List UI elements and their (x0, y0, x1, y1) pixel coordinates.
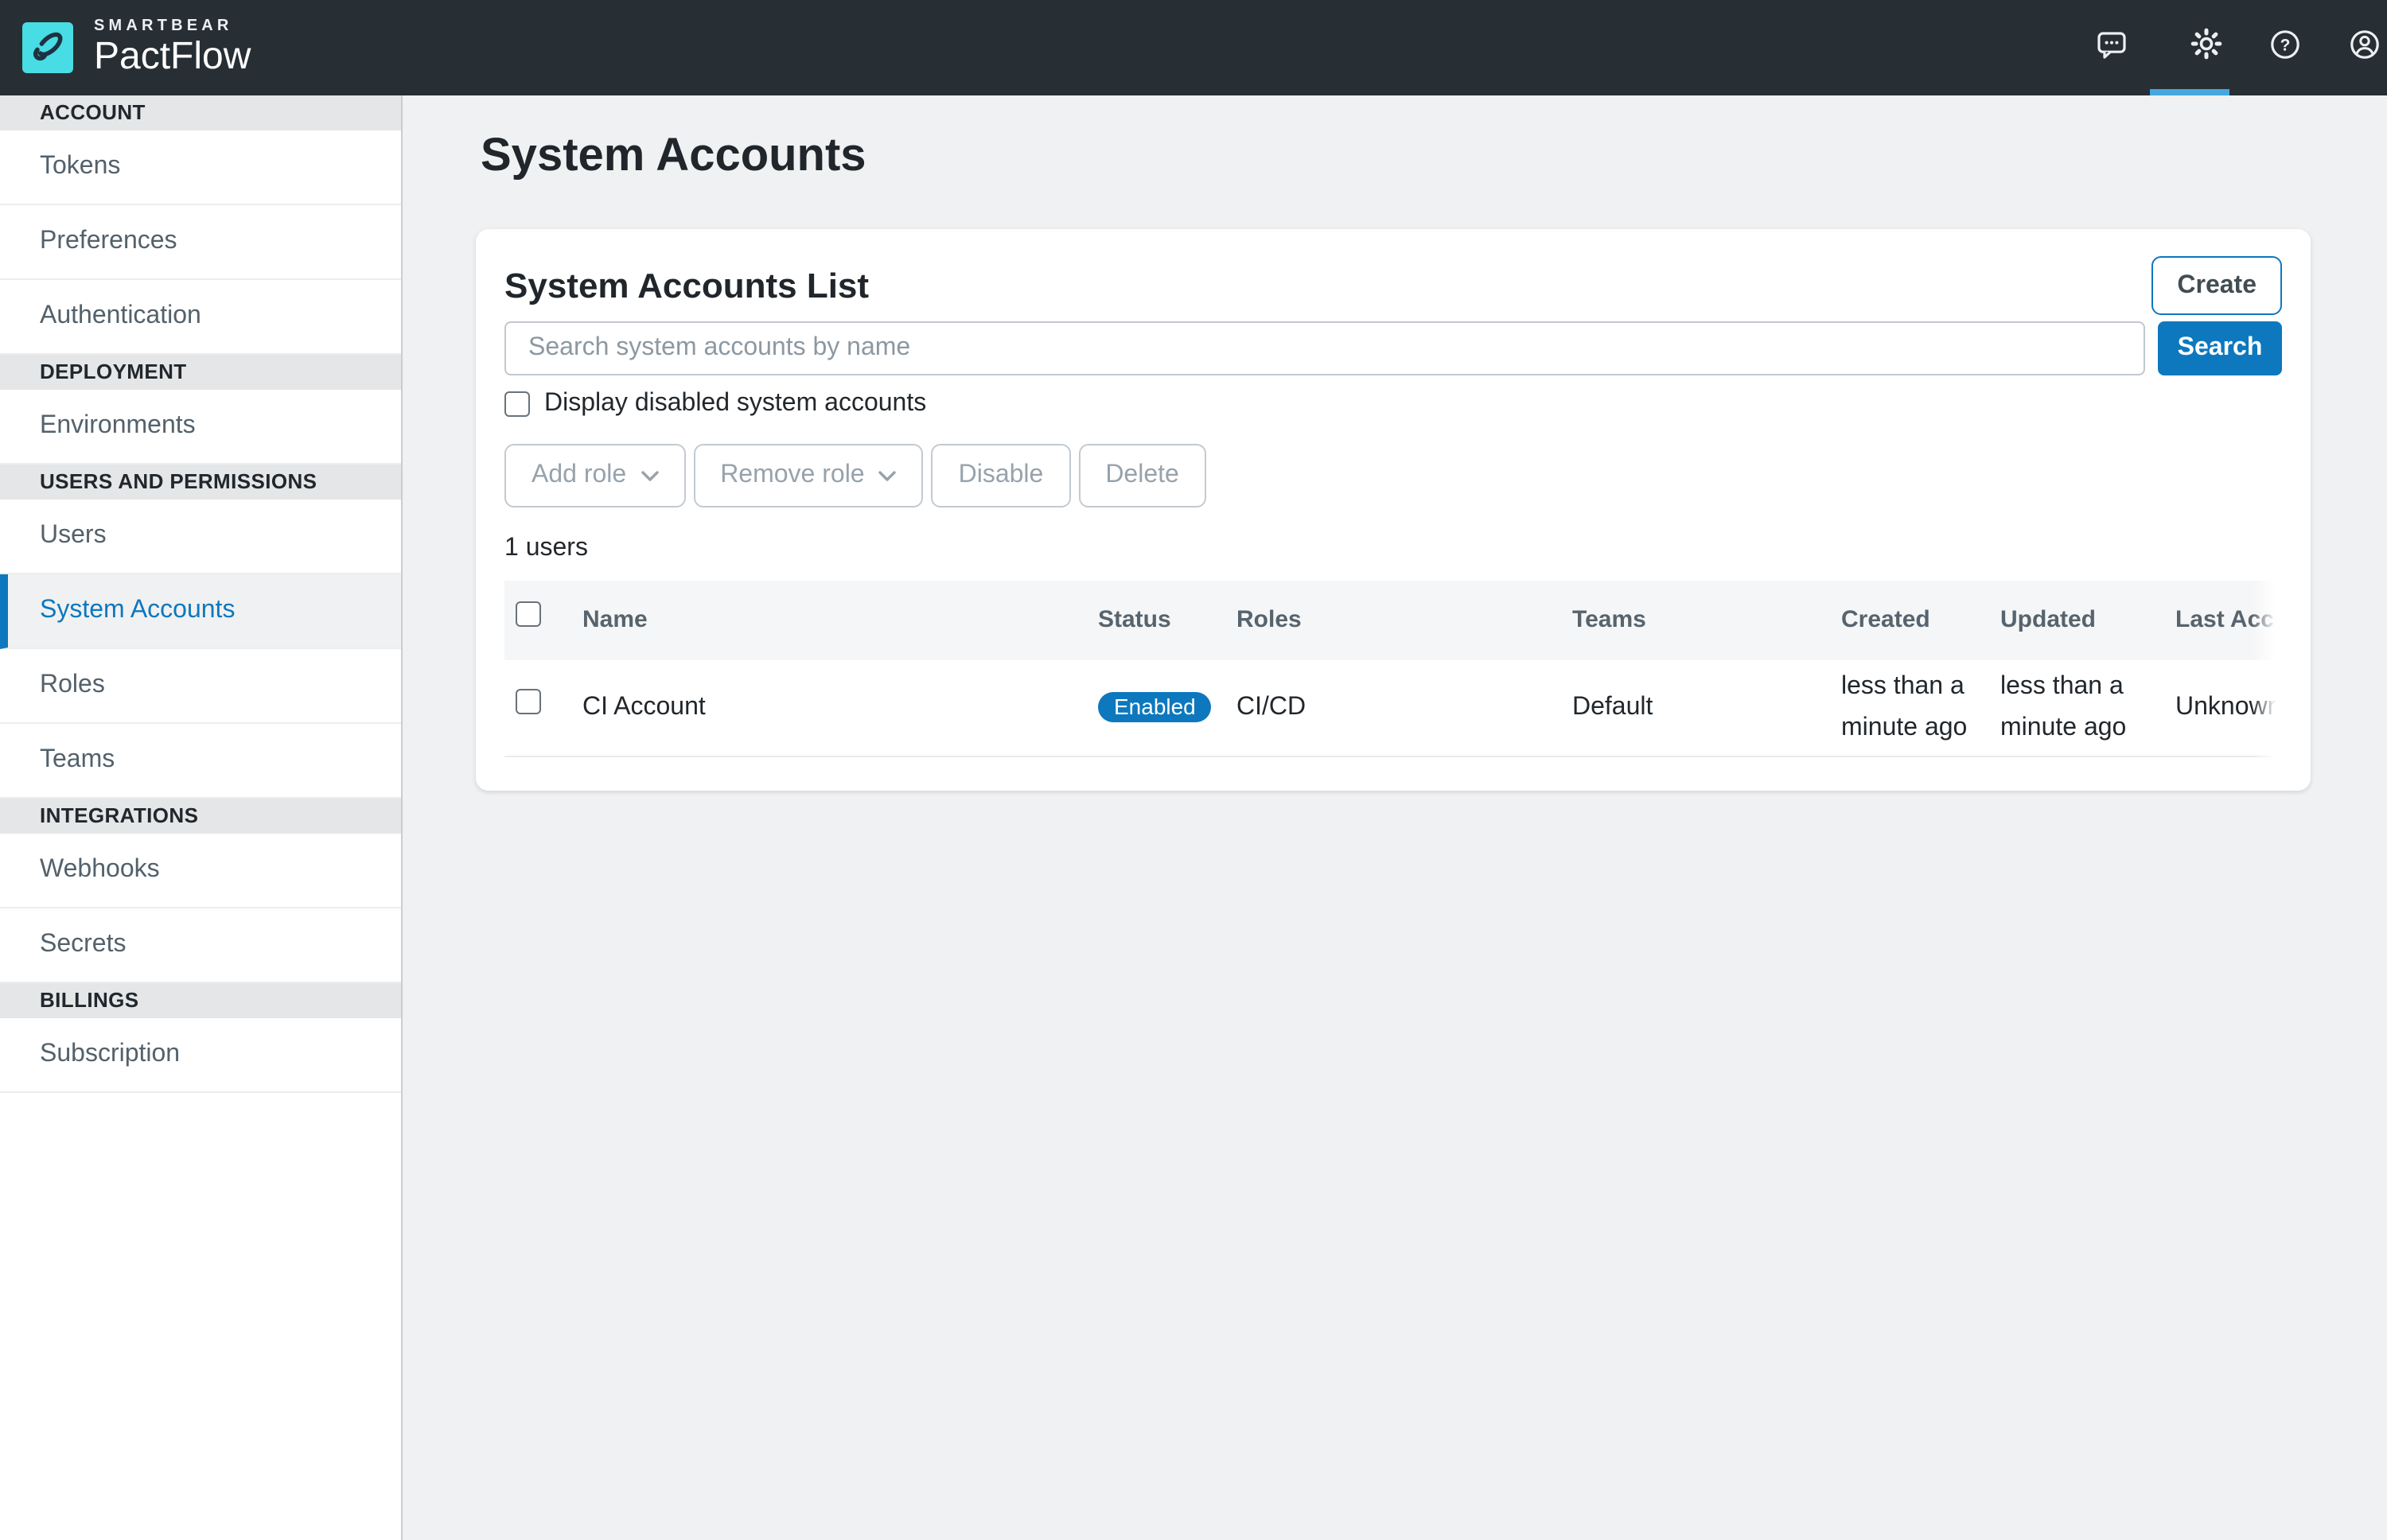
sidebar-item-preferences[interactable]: Preferences (0, 205, 401, 280)
user-count: 1 users (504, 535, 2282, 563)
sidebar-item-secrets[interactable]: Secrets (0, 908, 401, 983)
sidebar-item-subscription[interactable]: Subscription (0, 1018, 401, 1093)
sidebar-item-system-accounts[interactable]: System Accounts (0, 574, 401, 649)
action-label: Disable (959, 461, 1044, 490)
sidebar-section-account: ACCOUNT (0, 95, 401, 130)
sidebar-item-roles[interactable]: Roles (0, 649, 401, 724)
sidebar-item-tokens[interactable]: Tokens (0, 130, 401, 205)
table-header-row: NameStatusRolesTeamsCreatedUpdatedLast A… (504, 581, 2280, 660)
top-header: SMARTBEAR PactFlow ? (0, 0, 2387, 95)
status-badge: Enabled (1098, 692, 1212, 722)
svg-text:?: ? (2280, 36, 2291, 54)
sidebar-item-teams[interactable]: Teams (0, 724, 401, 799)
accounts-table-wrap: NameStatusRolesTeamsCreatedUpdatedLast A… (504, 581, 2280, 757)
row-checkbox[interactable] (516, 689, 541, 714)
search-button[interactable]: Search (2158, 321, 2282, 375)
sidebar-section-users-and-permissions: USERS AND PERMISSIONS (0, 465, 401, 500)
cell-created: less than a minute ago (1827, 660, 1986, 757)
chevron-down-icon (641, 470, 658, 481)
action-label: Delete (1105, 461, 1179, 490)
table-row: CI AccountEnabledCI/CDDefaultless than a… (504, 660, 2280, 757)
accounts-table: NameStatusRolesTeamsCreatedUpdatedLast A… (504, 581, 2280, 757)
column-header-name: Name (568, 581, 1084, 660)
sidebar-section-billings: BILLINGS (0, 983, 401, 1018)
system-accounts-panel: System Accounts List Create Search Displ… (476, 229, 2311, 791)
display-disabled-checkbox[interactable] (504, 391, 530, 417)
display-disabled-toggle[interactable]: Display disabled system accounts (504, 391, 926, 417)
brand-product: PactFlow (94, 37, 251, 78)
remove-role-button[interactable]: Remove role (693, 444, 923, 508)
pactflow-logo-icon (22, 22, 73, 73)
cell-name: CI Account (568, 660, 1084, 757)
help-icon: ? (2269, 28, 2301, 68)
search-input[interactable] (504, 321, 2145, 375)
panel-header: System Accounts List Create (504, 229, 2282, 302)
column-header-roles: Roles (1222, 581, 1558, 660)
sidebar: ACCOUNTTokensPreferencesAuthenticationDE… (0, 95, 403, 1540)
column-header-updated: Updated (1986, 581, 2161, 660)
sidebar-item-environments[interactable]: Environments (0, 390, 401, 465)
active-nav-underline (2150, 89, 2229, 95)
cell-roles: CI/CD (1222, 660, 1558, 757)
comment-icon (2096, 28, 2128, 68)
create-button[interactable]: Create (2151, 256, 2282, 315)
panel-heading: System Accounts List (504, 267, 869, 305)
column-header-last-accessed: Last Accessed (2161, 581, 2280, 660)
app: SMARTBEAR PactFlow ? ACCOUNTTokensPrefer… (0, 0, 2387, 1540)
sidebar-section-integrations: INTEGRATIONS (0, 799, 401, 834)
settings-nav-button[interactable] (2166, 0, 2245, 95)
brand-company: SMARTBEAR (94, 18, 251, 35)
delete-button[interactable]: Delete (1078, 444, 1206, 508)
help-nav-button[interactable]: ? (2245, 0, 2325, 95)
cell-status: Enabled (1084, 660, 1222, 757)
main-content: System Accounts System Accounts List Cre… (403, 95, 2387, 1540)
user-icon (2349, 28, 2381, 68)
action-label: Add role (532, 461, 626, 490)
account-nav-button[interactable] (2325, 0, 2387, 95)
cell-teams: Default (1558, 660, 1827, 757)
column-header-teams: Teams (1558, 581, 1827, 660)
sidebar-section-deployment: DEPLOYMENT (0, 355, 401, 390)
bulk-actions: Add role Remove role Disable Delete (504, 444, 2282, 508)
select-all-checkbox[interactable] (516, 602, 541, 628)
cell-last-accessed: Unknown (2161, 660, 2280, 757)
page-title: System Accounts (481, 127, 2311, 185)
search-row: Search (504, 321, 2282, 375)
display-disabled-label: Display disabled system accounts (544, 390, 926, 418)
cell-updated: less than a minute ago (1986, 660, 2161, 757)
column-header-status: Status (1084, 581, 1222, 660)
disable-button[interactable]: Disable (932, 444, 1071, 508)
notifications-nav-button[interactable] (2072, 0, 2151, 95)
brand[interactable]: SMARTBEAR PactFlow (22, 18, 251, 78)
brand-text: SMARTBEAR PactFlow (94, 18, 251, 78)
sidebar-item-webhooks[interactable]: Webhooks (0, 834, 401, 908)
sidebar-item-authentication[interactable]: Authentication (0, 280, 401, 355)
sidebar-item-users[interactable]: Users (0, 500, 401, 574)
chevron-down-icon (879, 470, 897, 481)
column-header-created: Created (1827, 581, 1986, 660)
action-label: Remove role (720, 461, 864, 490)
add-role-button[interactable]: Add role (504, 444, 685, 508)
gear-icon (2189, 27, 2222, 68)
